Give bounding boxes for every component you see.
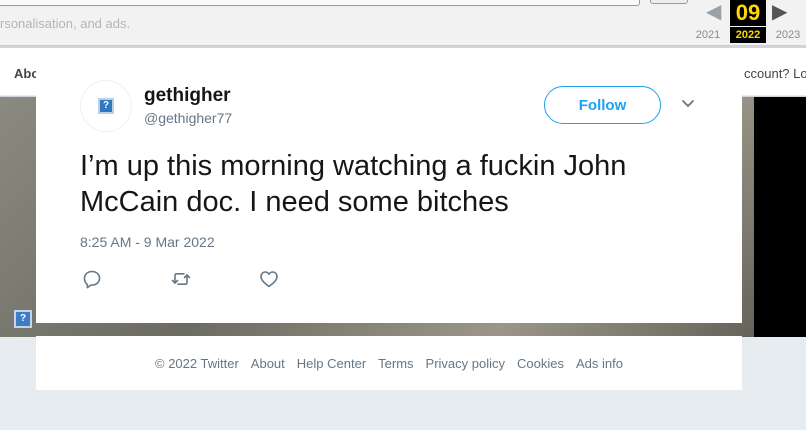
- year-link-2022[interactable]: 2022: [730, 27, 766, 43]
- year-link-2021[interactable]: 2021: [688, 27, 728, 43]
- follow-button[interactable]: Follow: [544, 86, 661, 124]
- footer-link-cookies[interactable]: Cookies: [517, 356, 564, 371]
- footer-copyright: © 2022 Twitter: [155, 355, 239, 371]
- footer-link-ads-info[interactable]: Ads info: [576, 356, 623, 371]
- footer-link-terms[interactable]: Terms: [378, 356, 413, 371]
- header-photo-edge: [754, 97, 806, 337]
- retweet-icon[interactable]: [170, 268, 192, 290]
- wayback-url-input[interactable]: [0, 0, 640, 6]
- previous-capture-arrow-icon[interactable]: ◀: [706, 2, 721, 22]
- cookie-notice: rsonalisation, and ads.: [0, 16, 131, 31]
- footer: © 2022 Twitter About Help Center Terms P…: [36, 336, 742, 390]
- tweet-card: ? gethigher @gethigher77 Follow I’m up t…: [36, 54, 742, 323]
- tweet-text: I’m up this morning watching a fuckin Jo…: [80, 150, 627, 218]
- tweet-timestamp[interactable]: 8:25 AM - 9 Mar 2022: [80, 234, 215, 250]
- nav-login-prompt[interactable]: ccount? Lo: [744, 66, 806, 81]
- footer-link-help-center[interactable]: Help Center: [297, 356, 366, 371]
- heart-icon[interactable]: [258, 268, 280, 290]
- wayback-go-button[interactable]: [650, 0, 688, 4]
- display-name[interactable]: gethigher: [144, 85, 231, 107]
- reply-icon[interactable]: [81, 268, 103, 290]
- avatar[interactable]: ?: [80, 80, 132, 132]
- chevron-down-icon[interactable]: [679, 94, 697, 112]
- broken-image-icon: ?: [98, 98, 114, 114]
- profile-avatar-small: ?: [14, 310, 32, 328]
- footer-link-about[interactable]: About: [251, 356, 285, 371]
- capture-day: 09: [730, 0, 766, 26]
- next-capture-arrow-icon[interactable]: ▶: [772, 2, 787, 22]
- footer-link-privacy-policy[interactable]: Privacy policy: [426, 356, 505, 371]
- year-link-2023[interactable]: 2023: [768, 27, 806, 43]
- user-handle[interactable]: @gethigher77: [144, 110, 232, 126]
- wayback-toolbar: rsonalisation, and ads. ◀ 09 ▶ 2021 2022…: [0, 0, 806, 46]
- nav-login-text: ccount? Lo: [744, 66, 806, 81]
